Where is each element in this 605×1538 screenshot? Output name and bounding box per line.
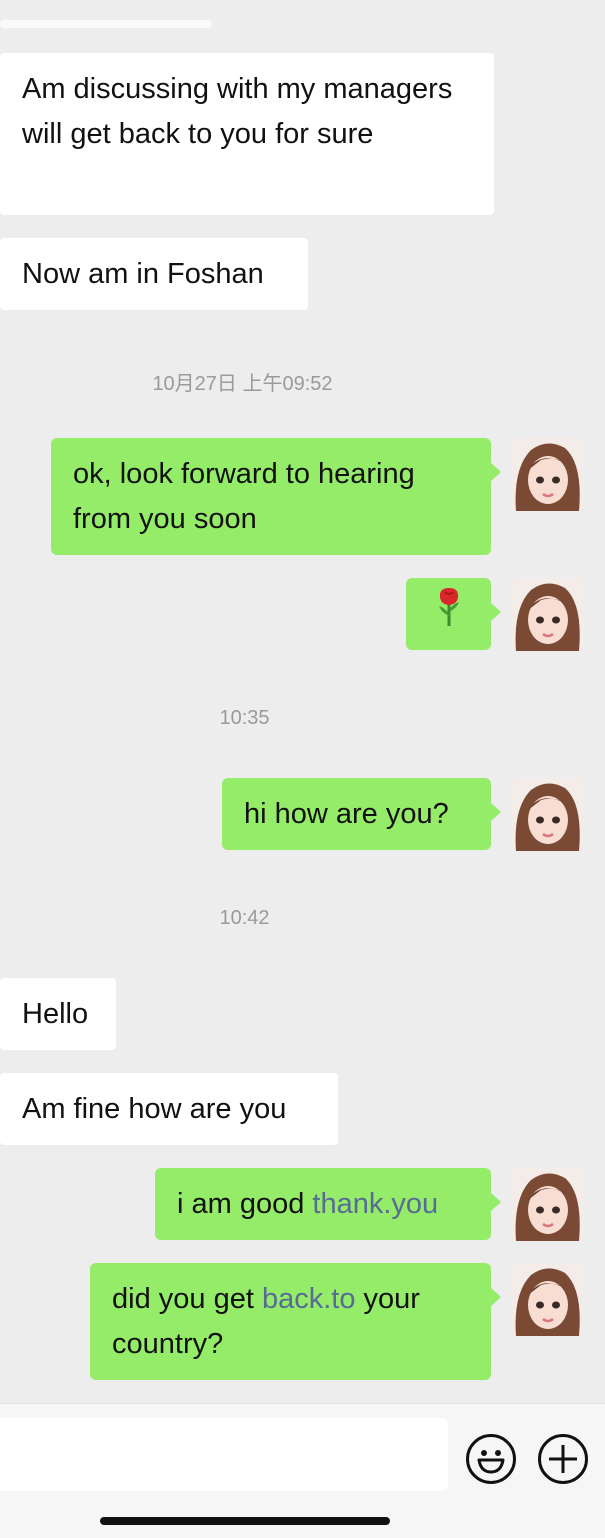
plus-circle-icon: [549, 1445, 577, 1473]
sent-message[interactable]: [406, 578, 501, 650]
message-text: Am fine how are you: [22, 1093, 287, 1125]
message-text: your: [355, 1283, 420, 1315]
received-message[interactable]: Hello: [0, 978, 116, 1050]
user-avatar[interactable]: [511, 778, 584, 851]
user-avatar[interactable]: [511, 578, 584, 651]
message-link[interactable]: thank.you: [312, 1188, 438, 1220]
emoji-button[interactable]: [466, 1434, 516, 1484]
message-text: did you get: [112, 1283, 262, 1315]
message-input[interactable]: [0, 1418, 448, 1491]
message-link[interactable]: back.to: [262, 1283, 356, 1315]
avatar-image: [511, 778, 584, 851]
sent-message[interactable]: i am good thank.you: [155, 1168, 501, 1240]
input-bar: [0, 1403, 605, 1538]
message-text: country?: [112, 1328, 224, 1360]
received-message[interactable]: Am discussing with my managers will get …: [0, 53, 494, 215]
timestamp: 10月27日 上午09:52: [152, 373, 333, 395]
message-text: Am discussing with my managers will get …: [22, 73, 453, 150]
message-text: hi how are you?: [244, 798, 449, 830]
sent-message[interactable]: ok, look forward to hearing from you soo…: [51, 438, 501, 555]
timestamp: 10:42: [219, 907, 270, 929]
message-text: Now am in Foshan: [22, 258, 264, 290]
previous-message-edge: [0, 20, 212, 28]
avatar-image: [511, 578, 584, 651]
emoji-smiley-icon: [477, 1450, 505, 1474]
avatar-image: [511, 1168, 584, 1241]
received-message[interactable]: Now am in Foshan: [0, 238, 308, 310]
rose-emoji-icon: [435, 586, 463, 642]
more-button[interactable]: [538, 1434, 588, 1484]
timestamp: 10:35: [219, 707, 270, 729]
message-text: ok, look forward to hearing from you soo…: [73, 458, 415, 535]
home-indicator: [100, 1517, 390, 1525]
user-avatar[interactable]: [511, 1263, 584, 1336]
message-text: Hello: [22, 998, 89, 1030]
sent-message[interactable]: did you get back.to your country?: [90, 1263, 501, 1380]
received-message[interactable]: Am fine how are you: [0, 1073, 338, 1145]
sent-message[interactable]: hi how are you?: [222, 778, 501, 850]
avatar-image: [511, 1263, 584, 1336]
avatar-image: [511, 438, 584, 511]
message-text: i am good: [177, 1188, 313, 1220]
user-avatar[interactable]: [511, 438, 584, 511]
user-avatar[interactable]: [511, 1168, 584, 1241]
